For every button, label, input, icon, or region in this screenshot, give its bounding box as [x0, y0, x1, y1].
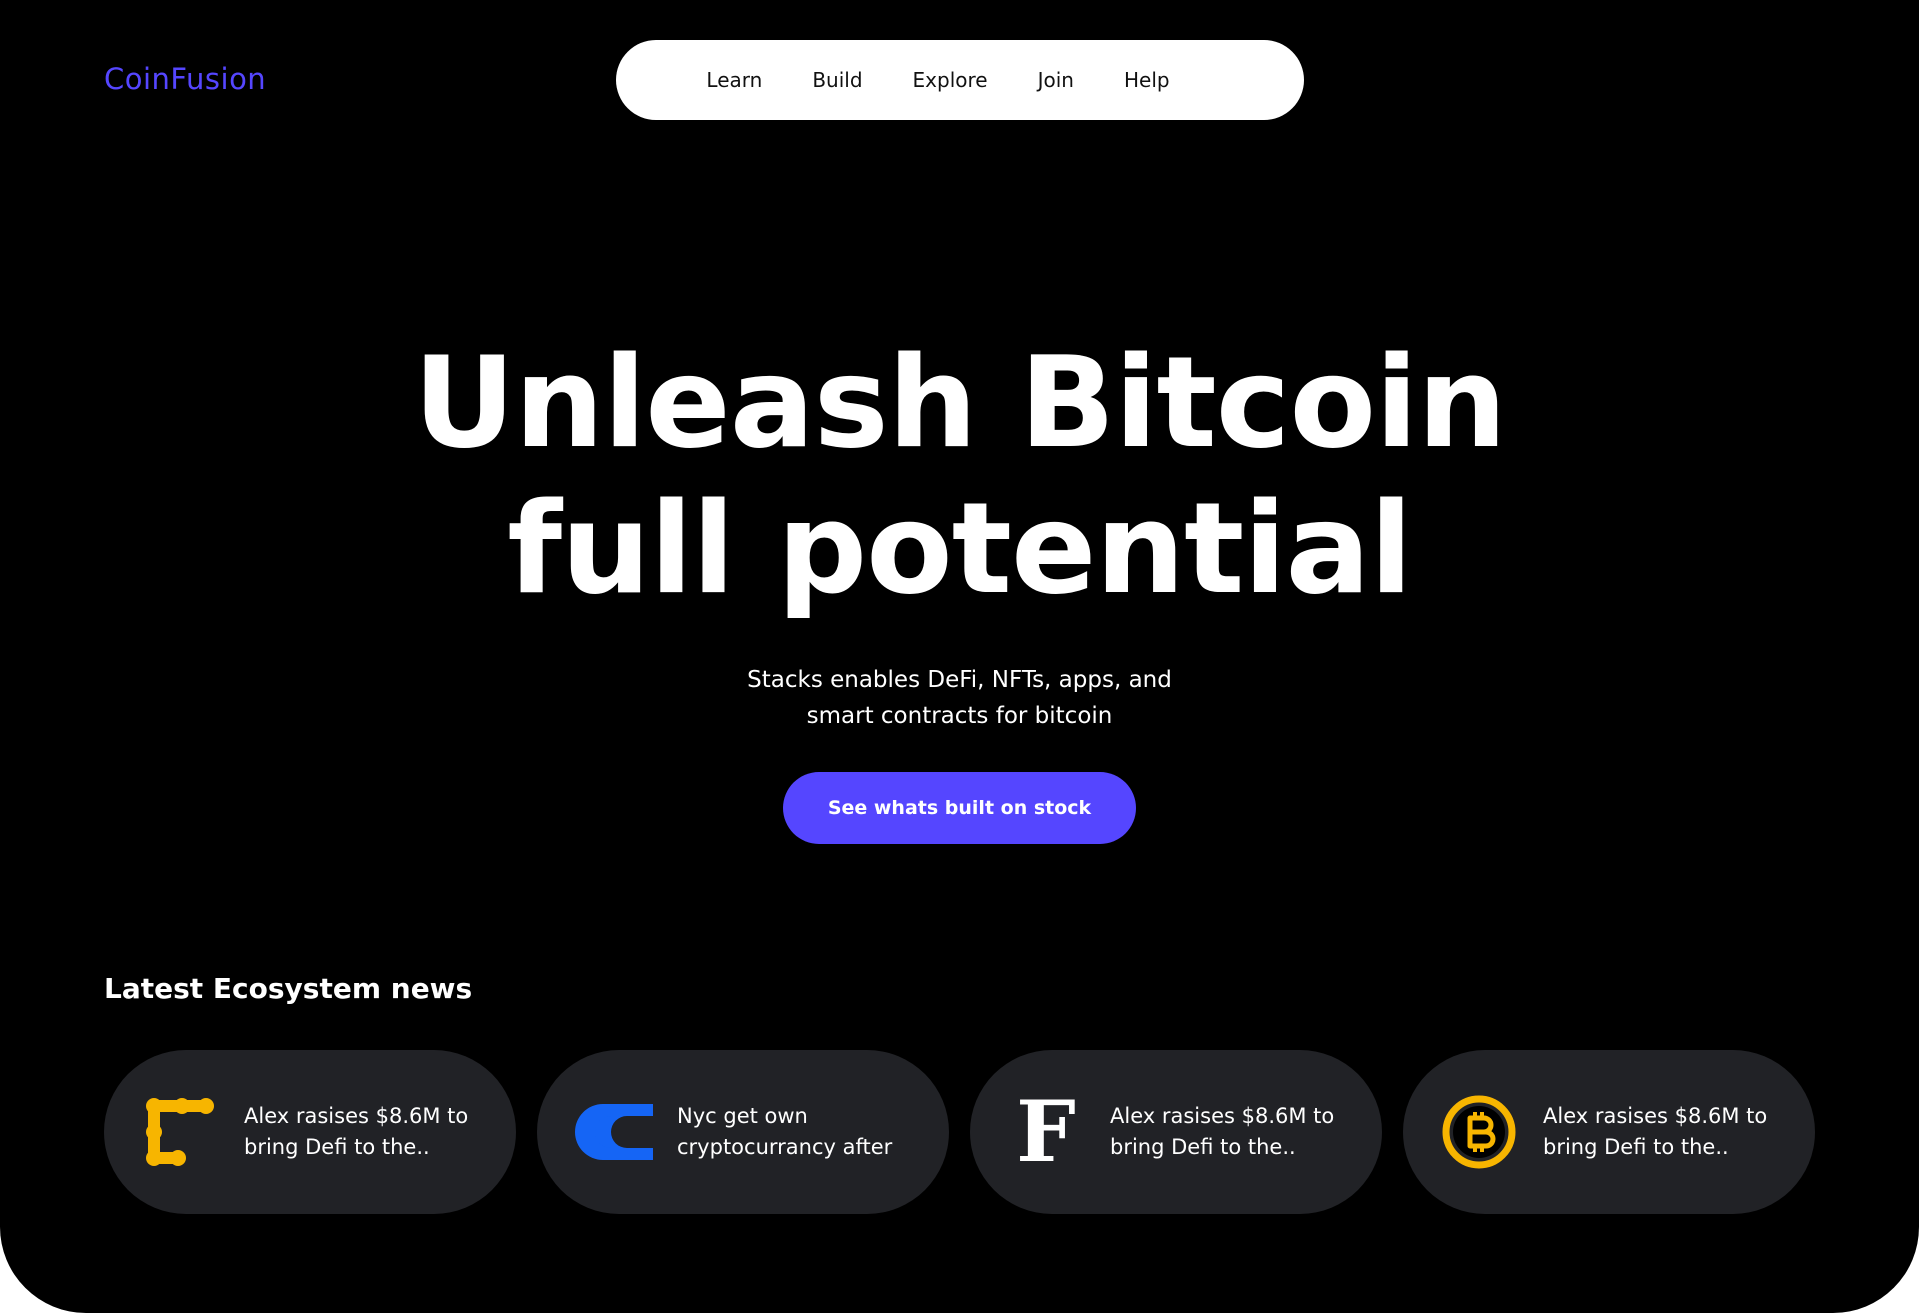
hero-subtitle: Stacks enables DeFi, NFTs, apps, and sma… [0, 662, 1919, 734]
hero-subtitle-line-2: smart contracts for bitcoin [806, 703, 1113, 729]
blue-cc-logo-icon [573, 1092, 653, 1172]
nav-item-help[interactable]: Help [1124, 68, 1170, 92]
news-headline-line-2: cryptocurrancy after [677, 1135, 893, 1159]
nav-item-build[interactable]: Build [812, 68, 862, 92]
news-card-text: Alex rasises $8.6M to bring Defi to the.… [244, 1101, 468, 1163]
news-headline-line-2: bring Defi to the.. [1110, 1135, 1296, 1159]
news-card-list: Alex rasises $8.6M to bring Defi to the.… [104, 1050, 1815, 1214]
news-headline-line-1: Alex rasises $8.6M to [244, 1104, 469, 1128]
news-card-text: Alex rasises $8.6M to bring Defi to the.… [1543, 1101, 1767, 1163]
news-headline-line-1: Nyc get own [677, 1104, 808, 1128]
nav-item-join[interactable]: Join [1038, 68, 1074, 92]
news-headline-line-2: bring Defi to the.. [244, 1135, 430, 1159]
yellow-c-dots-logo-icon [140, 1092, 220, 1172]
top-nav: Learn Build Explore Join Help [616, 40, 1304, 120]
brand-logo[interactable]: CoinFusion [104, 62, 266, 96]
hero-title-line-2: full potential [507, 475, 1413, 622]
bitcoin-icon [1439, 1092, 1519, 1172]
nav-item-explore[interactable]: Explore [913, 68, 988, 92]
news-headline-line-1: Alex rasises $8.6M to [1543, 1104, 1768, 1128]
news-card[interactable]: Nyc get own cryptocurrancy after [537, 1050, 949, 1214]
news-card-text: Nyc get own cryptocurrancy after [677, 1101, 892, 1163]
landing-page: CoinFusion Learn Build Explore Join Help… [0, 0, 1919, 1313]
f-logo-letter: F [1016, 1082, 1076, 1181]
news-card[interactable]: F Alex rasises $8.6M to bring Defi to th… [970, 1050, 1382, 1214]
news-card[interactable]: Alex rasises $8.6M to bring Defi to the.… [1403, 1050, 1815, 1214]
news-card[interactable]: Alex rasises $8.6M to bring Defi to the.… [104, 1050, 516, 1214]
news-headline-line-1: Alex rasises $8.6M to [1110, 1104, 1335, 1128]
f-serif-logo-icon: F [1006, 1082, 1086, 1181]
news-card-text: Alex rasises $8.6M to bring Defi to the.… [1110, 1101, 1334, 1163]
hero-subtitle-line-1: Stacks enables DeFi, NFTs, apps, and [747, 667, 1172, 693]
news-section-title: Latest Ecosystem news [104, 972, 473, 1005]
nav-item-learn[interactable]: Learn [706, 68, 762, 92]
hero-title: Unleash Bitcoin full potential [0, 330, 1919, 622]
hero-title-line-1: Unleash Bitcoin [413, 329, 1507, 476]
news-headline-line-2: bring Defi to the.. [1543, 1135, 1729, 1159]
see-whats-built-button[interactable]: See whats built on stock [783, 772, 1136, 844]
